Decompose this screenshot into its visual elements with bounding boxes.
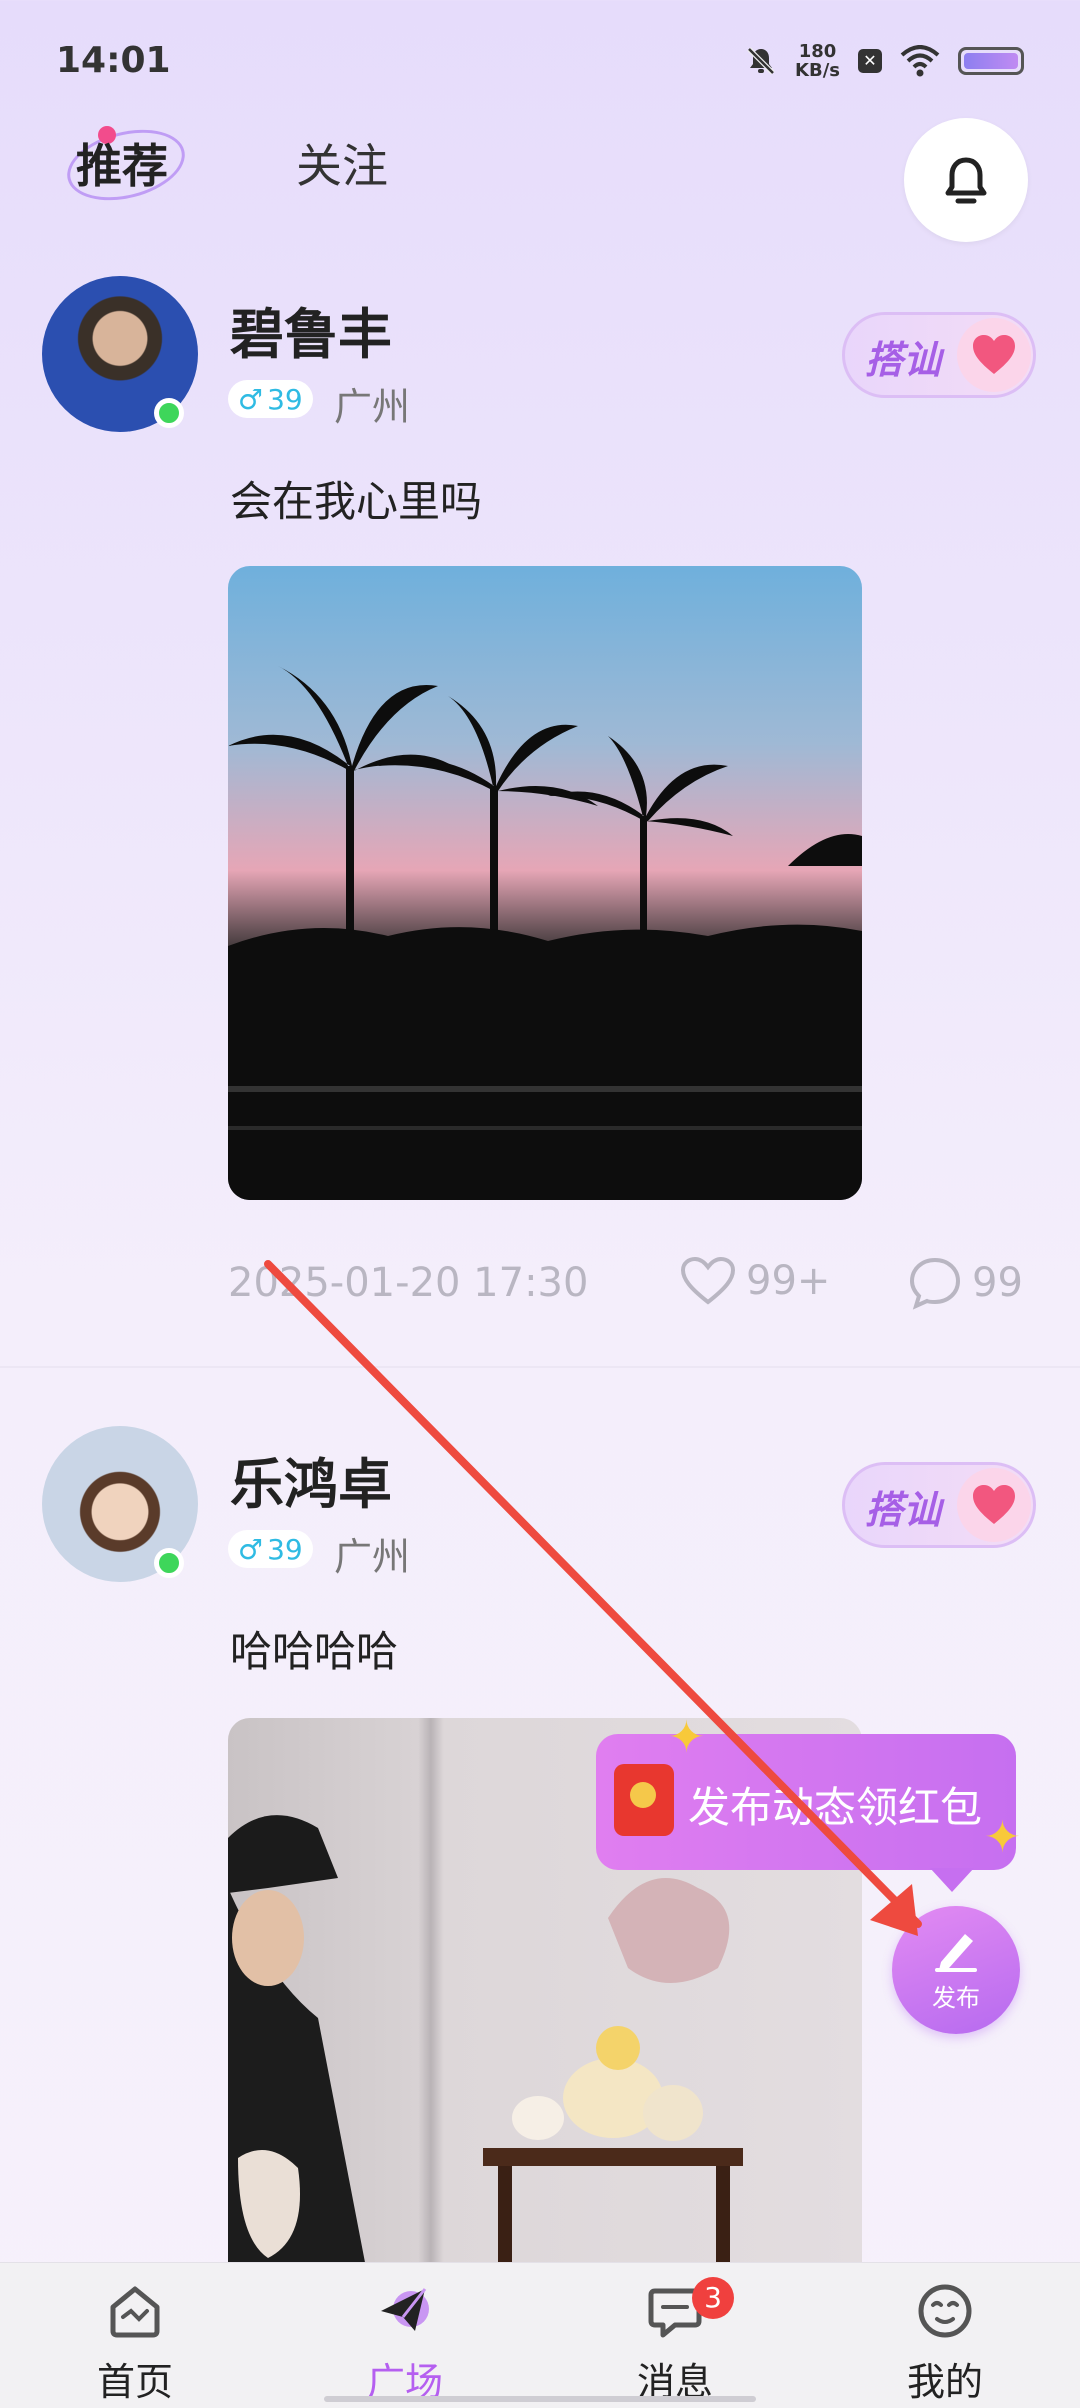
annotation-arrow <box>264 1260 922 1936</box>
nav-label-profile: 我的 <box>906 2360 983 2404</box>
home-icon <box>110 2286 160 2338</box>
nav-item-home[interactable]: 首页 <box>0 2263 270 2408</box>
nav-item-messages[interactable]: 3 消息 <box>540 2263 810 2408</box>
plaza-icon <box>381 2288 429 2331</box>
nav-item-profile[interactable]: 我的 <box>810 2263 1080 2408</box>
profile-icon <box>918 2284 972 2338</box>
bottom-nav: 首页 广场 3 消息 我的 <box>0 2262 1080 2408</box>
message-badge: 3 <box>692 2277 734 2319</box>
nav-item-plaza[interactable]: 广场 <box>270 2263 540 2408</box>
nav-label-home: 首页 <box>96 2360 173 2404</box>
home-indicator[interactable] <box>324 2396 756 2402</box>
